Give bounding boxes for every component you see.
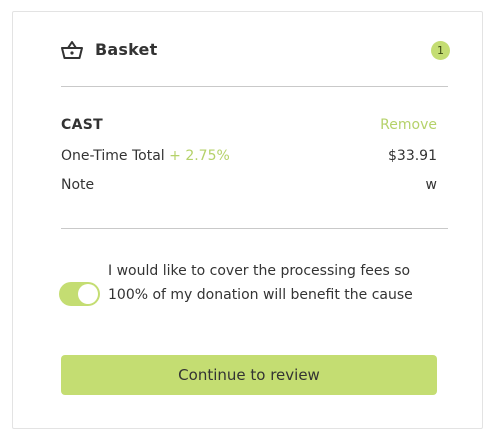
fee-percentage: + 2.75% <box>169 148 230 164</box>
basket-title: Basket <box>95 40 158 59</box>
note-label: Note <box>61 177 95 193</box>
basket-card: Basket 1 CAST Remove One-Time Total + 2.… <box>12 11 483 429</box>
basket-icon <box>61 40 83 60</box>
total-label-group: One-Time Total + 2.75% <box>61 148 230 164</box>
divider-bottom <box>61 228 448 229</box>
note-value: w <box>425 177 437 193</box>
continue-to-review-button[interactable]: Continue to review <box>61 355 437 395</box>
total-value: $33.91 <box>388 148 437 164</box>
remove-button[interactable]: Remove <box>380 117 437 133</box>
total-label: One-Time Total <box>61 148 165 164</box>
divider-top <box>61 86 448 87</box>
cover-fees-toggle[interactable] <box>59 282 100 306</box>
cover-fees-label: I would like to cover the processing fee… <box>108 263 413 303</box>
item-name: CAST <box>61 117 103 133</box>
basket-header: Basket 1 <box>61 38 450 64</box>
item-count-badge: 1 <box>431 41 450 60</box>
toggle-knob <box>78 284 98 304</box>
